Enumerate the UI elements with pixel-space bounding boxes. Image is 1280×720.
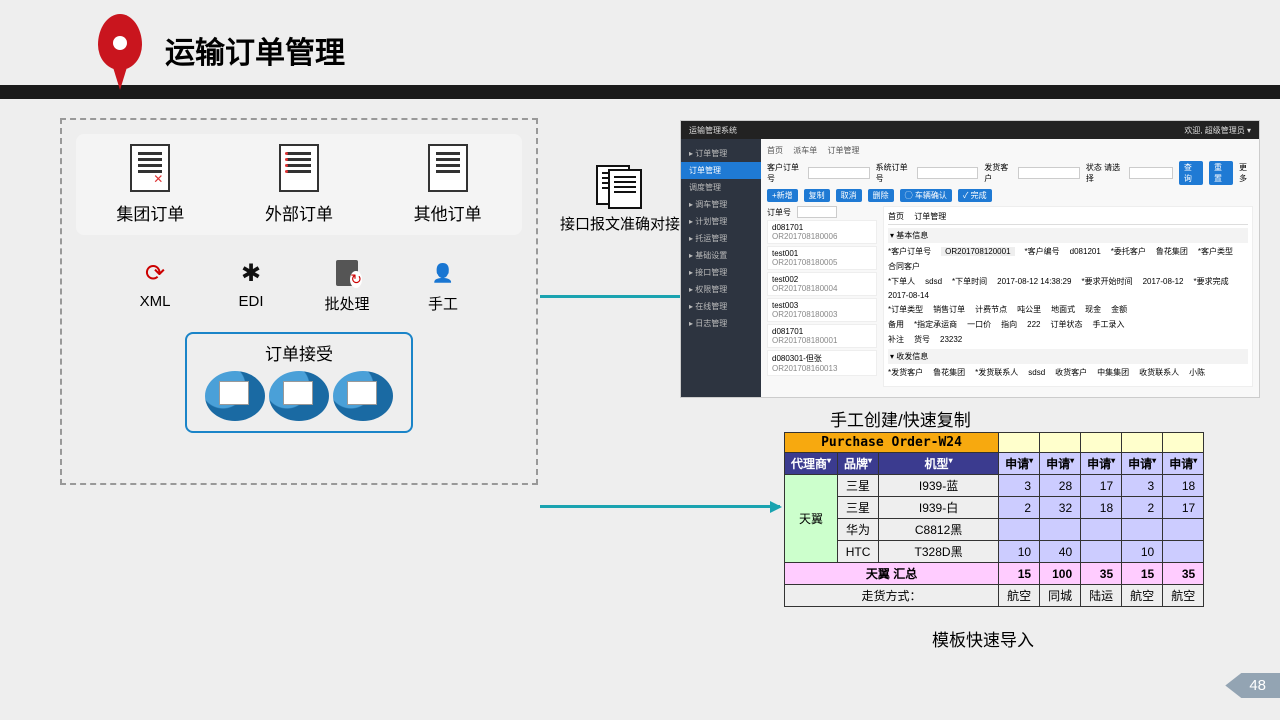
pin-icon	[98, 14, 142, 86]
arrow-icon	[540, 505, 780, 508]
sidebar: ▸ 订单管理 订单管理 调度管理 ▸ 调车管理 ▸ 计划管理 ▸ 托运管理 ▸ …	[681, 139, 761, 397]
caption-manual: 手工创建/快速复制	[830, 406, 971, 431]
po-table: Purchase Order-W24 代理商▾ 品牌▾ 机型▾ 申请▾ 申请▾ …	[784, 432, 1204, 607]
doc-icon	[279, 144, 319, 192]
order-type-3: 其他订单	[414, 200, 482, 225]
order-type-2: 外部订单	[265, 200, 333, 225]
manual-label: 手工	[428, 293, 458, 314]
caption-template: 模板快速导入	[932, 626, 1034, 651]
interface-caption: 接口报文准确对接	[560, 213, 680, 234]
batch-label: 批处理	[324, 293, 369, 314]
order-list: 订单号 d081701OR201708180006 test001OR20170…	[767, 206, 877, 387]
edi-label: EDI	[238, 293, 263, 310]
doc-icon	[428, 144, 468, 192]
order-type-1: 集团订单	[116, 200, 184, 225]
interface-block: 接口报文准确对接	[560, 165, 680, 234]
doc-icon	[130, 144, 170, 192]
xml-label: XML	[140, 293, 171, 310]
order-detail: 首页 订单管理 ▾ 基本信息 *客户订单号OR201708120001 *客户编…	[883, 206, 1253, 387]
welcome: 欢迎, 超级管理员 ▾	[1184, 125, 1251, 136]
breadcrumb: 首页 派车单 订单管理	[767, 145, 1253, 156]
xml-icon: ⟳	[145, 257, 165, 289]
batch-icon	[336, 257, 358, 289]
sys-title: 运输管理系统	[689, 125, 737, 136]
page-number: 48	[1225, 673, 1280, 698]
edi-icon: ✱	[241, 257, 261, 289]
page-title: 运输订单管理	[165, 28, 345, 72]
left-diagram: 集团订单 外部订单 其他订单 ⟳ XML ✱ EDI 批处理 手工 订单接受	[60, 118, 538, 485]
pages-icon	[596, 165, 644, 207]
app-screenshot: 运输管理系统 欢迎, 超级管理员 ▾ ▸ 订单管理 订单管理 调度管理 ▸ 调车管…	[680, 120, 1260, 398]
accept-box: 订单接受	[185, 332, 413, 433]
accept-title: 订单接受	[197, 340, 401, 365]
manual-icon	[429, 257, 457, 289]
